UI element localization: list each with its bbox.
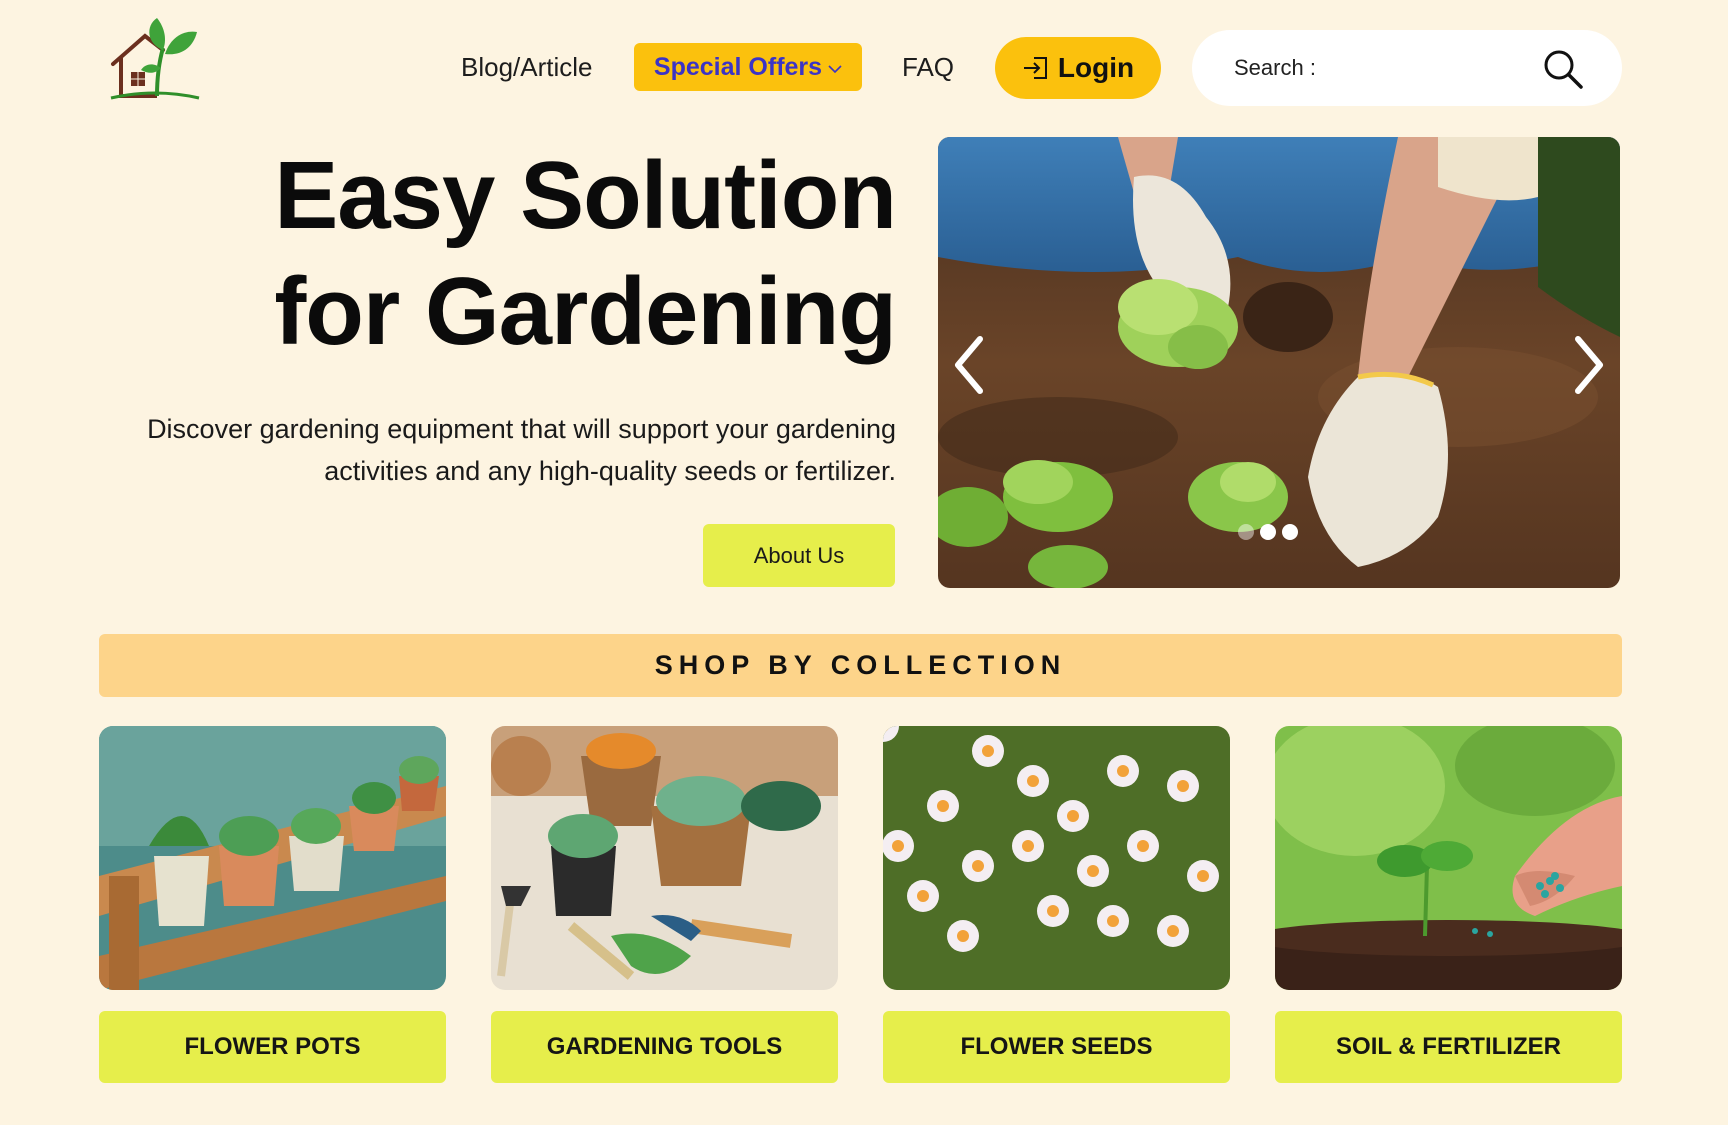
carousel-prev-arrow-icon[interactable] <box>952 335 986 395</box>
search-bar <box>1192 30 1622 106</box>
gardening-tools-button[interactable]: GARDENING TOOLS <box>491 1011 838 1083</box>
flower-pots-button[interactable]: FLOWER POTS <box>99 1011 446 1083</box>
house-leaf-logo-icon <box>110 18 200 100</box>
special-offers-label: Special Offers <box>653 52 823 81</box>
nav-blog-article-link[interactable]: Blog/Article <box>461 52 593 83</box>
flower-seeds-button[interactable]: FLOWER SEEDS <box>883 1011 1230 1083</box>
carousel-next-arrow-icon[interactable] <box>1572 335 1606 395</box>
hero-title-line2: for Gardening <box>274 258 897 365</box>
search-icon[interactable] <box>1542 48 1584 90</box>
hero-description: Discover gardening equipment that will s… <box>147 414 896 486</box>
hero-title-line1: Easy Solution <box>274 142 897 249</box>
search-input[interactable] <box>1232 54 1526 82</box>
carousel-dot-2[interactable] <box>1260 524 1276 540</box>
chevron-down-icon <box>828 64 842 74</box>
shop-by-collection-heading: SHOP BY COLLECTION <box>99 634 1622 697</box>
flower-seeds-image[interactable] <box>883 726 1230 990</box>
hero-carousel <box>938 137 1620 588</box>
soil-fertilizer-image[interactable] <box>1275 726 1622 990</box>
gardener-planting-lettuce-image <box>938 137 1620 588</box>
carousel-dots <box>1238 524 1298 540</box>
nav-faq-link[interactable]: FAQ <box>902 52 954 83</box>
login-label: Login <box>1057 52 1135 83</box>
site-logo[interactable] <box>105 14 205 104</box>
login-button[interactable]: Login <box>995 37 1161 99</box>
hero-title: Easy Solution for Gardening <box>274 138 897 370</box>
nav-special-offers-dropdown[interactable]: Special Offers <box>634 43 862 91</box>
gardening-tools-image[interactable] <box>491 726 838 990</box>
carousel-dot-3[interactable] <box>1282 524 1298 540</box>
soil-fertilizer-button[interactable]: SOIL & FERTILIZER <box>1275 1011 1622 1083</box>
carousel-dot-1[interactable] <box>1238 524 1254 540</box>
flower-pots-image[interactable] <box>99 726 446 990</box>
about-us-button[interactable]: About Us <box>703 524 895 587</box>
login-icon <box>1023 57 1047 79</box>
